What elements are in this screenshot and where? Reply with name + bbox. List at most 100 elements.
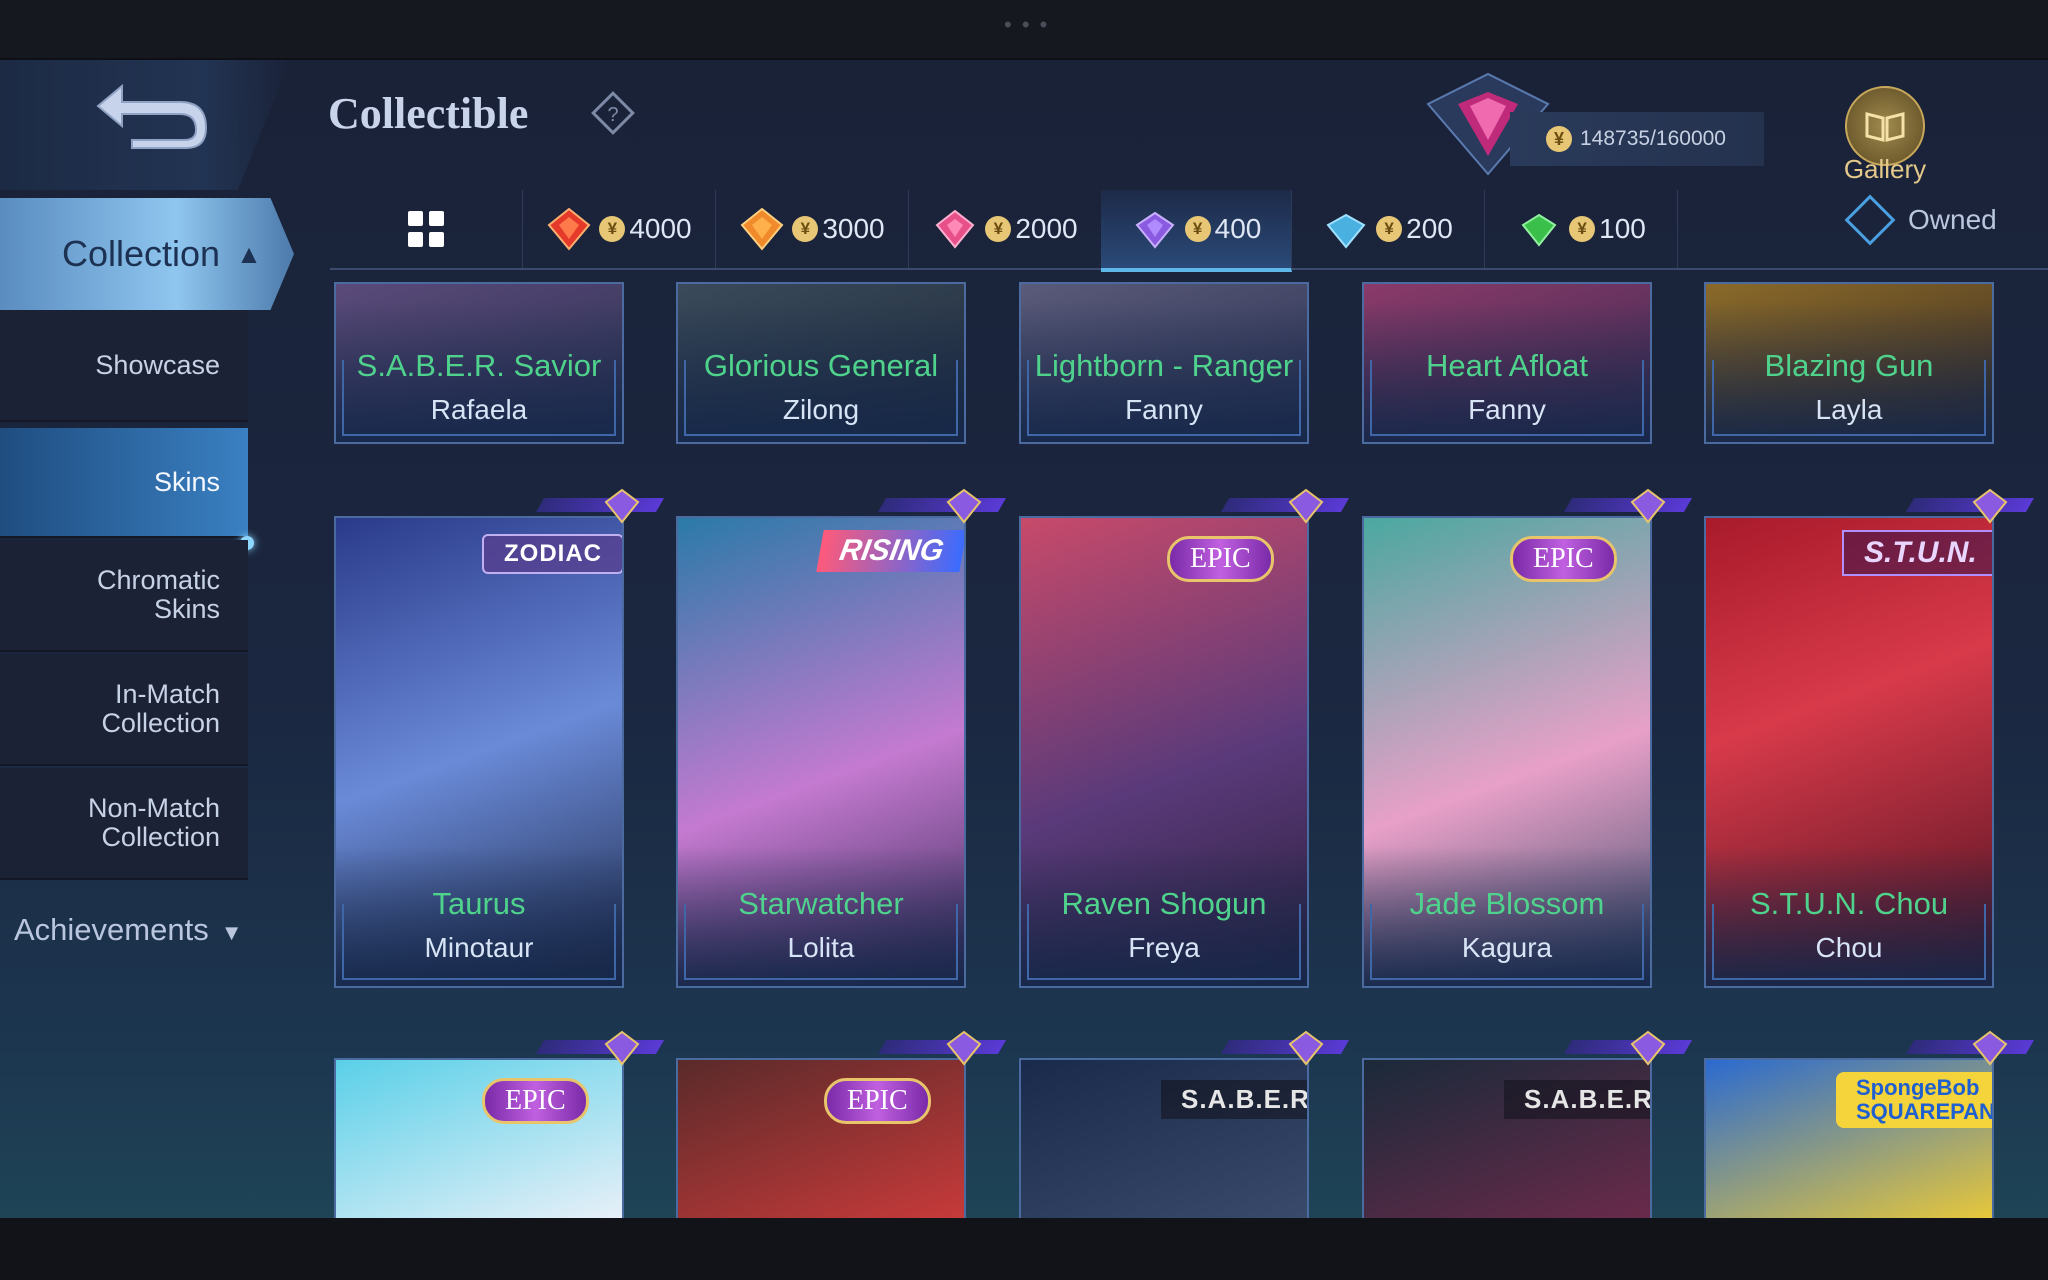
sidebar-item-label: Non-Match Collection <box>87 793 220 852</box>
owned-filter-checkbox[interactable]: Owned <box>1844 194 1997 246</box>
tab-price-label: 100 <box>1599 213 1646 244</box>
skin-card[interactable]: S.A.B.E.R. <box>1019 1058 1309 1218</box>
pink-gem-icon <box>935 209 975 249</box>
sidebar-item-label: Chromatic Skins <box>96 565 220 624</box>
hero-name: Chou <box>1815 932 1883 963</box>
tab-all[interactable] <box>330 190 523 268</box>
epic-badge: EPIC <box>1167 536 1274 582</box>
skin-card[interactable]: Glorious General Zilong <box>676 282 966 444</box>
checkbox-icon <box>1844 194 1896 246</box>
skin-name: Starwatcher <box>738 886 904 921</box>
skin-card-starwatcher[interactable]: RISING Starwatcher Lolita <box>676 516 966 988</box>
coin-icon: ¥ <box>1546 126 1572 152</box>
sidebar-item-in-match-collection[interactable]: In-Match Collection <box>0 654 248 766</box>
purple-gem-icon <box>1135 211 1175 249</box>
sidebar-collection[interactable]: Collection ▲ <box>0 198 294 310</box>
skin-card-taurus[interactable]: ZODIAC Taurus Minotaur <box>334 516 624 988</box>
sidebar-item-skins[interactable]: Skins <box>0 428 248 538</box>
saber-series-badge: S.A.B.E.R. <box>1161 1080 1307 1119</box>
hero-name: Rafaela <box>430 394 528 425</box>
skin-card-jade-blossom[interactable]: EPIC Jade Blossom Kagura <box>1362 516 1652 988</box>
gallery-label: Gallery <box>1843 154 1927 184</box>
purple-gem-icon <box>1972 1030 2008 1066</box>
sidebar-item-label: Showcase <box>95 349 220 380</box>
grid-icon <box>408 211 444 247</box>
tab-price-label: 2000 <box>1015 213 1078 244</box>
coin-icon: ¥ <box>1569 216 1596 242</box>
skin-name: Heart Afloat <box>1426 348 1588 383</box>
device-status-bar: • • • <box>0 0 2048 58</box>
back-arrow-icon <box>96 83 208 149</box>
purple-gem-icon <box>1630 1030 1666 1066</box>
more-dots-icon: • • • <box>1004 12 1050 37</box>
coin-icon: ¥ <box>1184 216 1211 242</box>
coin-icon: ¥ <box>792 216 819 242</box>
card-corner-ribbon <box>877 486 1007 520</box>
tab-3000[interactable]: ¥ 3000 <box>715 190 909 268</box>
zodiac-series-badge: ZODIAC <box>482 534 622 574</box>
purple-gem-icon <box>1288 1030 1324 1066</box>
skin-card[interactable]: EPIC <box>676 1058 966 1218</box>
tab-4000[interactable]: ¥ 4000 <box>522 190 716 268</box>
skin-card-stun-chou[interactable]: S.T.U.N. S.T.U.N. Chou Chou <box>1704 516 1994 988</box>
gallery-button[interactable]: Gallery <box>1838 86 1932 185</box>
skin-card[interactable]: S.A.B.E.R. <box>1362 1058 1652 1218</box>
purple-gem-icon <box>1288 488 1324 524</box>
hero-name: Lolita <box>787 932 855 963</box>
coin-icon: ¥ <box>599 216 626 242</box>
chevron-up-icon: ▲ <box>236 238 262 269</box>
hero-name: Kagura <box>1461 932 1553 963</box>
hero-name: Fanny <box>1125 394 1203 425</box>
currency-counter: ¥ 148735/160000 <box>1510 112 1764 166</box>
epic-badge: EPIC <box>824 1078 931 1124</box>
sidebar-achievements[interactable]: Achievements ▼ <box>14 912 243 948</box>
skin-name: S.T.U.N. Chou <box>1749 886 1949 921</box>
hero-name: Zilong <box>782 394 860 425</box>
skin-name: Blazing Gun <box>1764 348 1934 383</box>
tab-price-label: 4000 <box>629 213 692 244</box>
hero-name: Fanny <box>1468 394 1546 425</box>
stun-series-badge: S.T.U.N. <box>1842 530 1992 576</box>
tab-200[interactable]: ¥ 200 <box>1291 190 1485 268</box>
orange-gem-icon <box>740 207 784 251</box>
skin-card[interactable]: Heart Afloat Fanny <box>1362 282 1652 444</box>
coin-icon: ¥ <box>1376 216 1403 242</box>
tab-2000[interactable]: ¥ 2000 <box>908 190 1102 268</box>
owned-label: Owned <box>1908 204 1997 235</box>
rising-series-badge: RISING <box>816 530 964 572</box>
purple-gem-icon <box>1630 488 1666 524</box>
purple-gem-icon <box>1972 488 2008 524</box>
skin-card-raven-shogun[interactable]: EPIC Raven Shogun Freya <box>1019 516 1309 988</box>
chevron-down-icon: ▼ <box>220 920 243 945</box>
card-corner-ribbon <box>535 1028 665 1062</box>
spongebob-series-badge: SpongeBob SQUAREPANTS <box>1836 1072 1992 1128</box>
sidebar-item-non-match-collection[interactable]: Non-Match Collection <box>0 768 248 880</box>
card-corner-ribbon <box>1905 486 2035 520</box>
skin-card[interactable]: Lightborn - Ranger Fanny <box>1019 282 1309 444</box>
card-corner-ribbon <box>1905 1028 2035 1062</box>
blue-gem-icon <box>1326 213 1366 249</box>
card-corner-ribbon <box>877 1028 1007 1062</box>
epic-badge: EPIC <box>1510 536 1617 582</box>
price-filter-tabs: ¥ 4000 ¥ 3000 ¥ 2000 ¥ 400 ¥ 200 ¥ 100 <box>330 190 2048 272</box>
collection-label: Collection <box>62 233 221 274</box>
skin-card[interactable]: S.A.B.E.R. Savior Rafaela <box>334 282 624 444</box>
back-button[interactable] <box>0 60 290 190</box>
skin-card[interactable]: EPIC <box>334 1058 624 1218</box>
sidebar-item-showcase[interactable]: Showcase <box>0 310 248 422</box>
card-corner-ribbon <box>1563 1028 1693 1062</box>
coin-icon: ¥ <box>985 216 1012 242</box>
skin-card[interactable]: Blazing Gun Layla <box>1704 282 1994 444</box>
tab-price-label: 3000 <box>822 213 885 244</box>
skin-name: S.A.B.E.R. Savior <box>356 348 602 383</box>
help-icon[interactable]: ? <box>590 90 636 136</box>
currency-value: 148735/160000 <box>1580 127 1726 150</box>
tab-price-label: 200 <box>1406 213 1453 244</box>
purple-gem-icon <box>946 488 982 524</box>
skin-name: Lightborn - Ranger <box>1034 348 1294 383</box>
tab-400[interactable]: ¥ 400 <box>1101 190 1292 272</box>
skin-card[interactable]: SpongeBob SQUAREPANTS <box>1704 1058 1994 1218</box>
sidebar-item-chromatic-skins[interactable]: Chromatic Skins <box>0 540 248 652</box>
tab-100[interactable]: ¥ 100 <box>1484 190 1678 268</box>
bottom-bezel <box>0 1218 2048 1280</box>
